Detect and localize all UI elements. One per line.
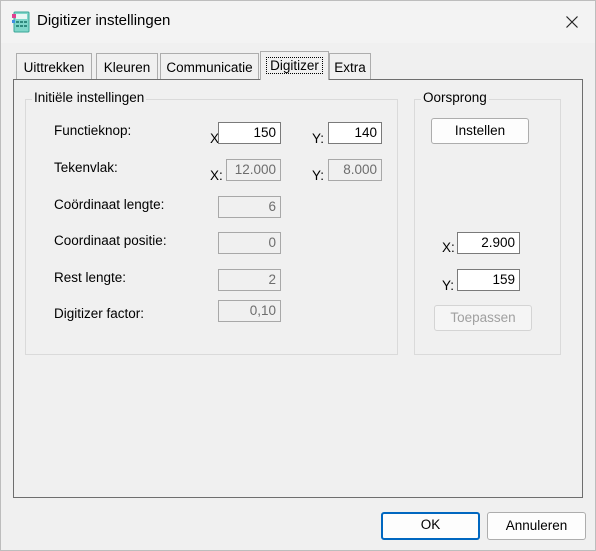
coord-positie-field: 0 <box>218 232 281 254</box>
functieknop-y-label: Y: <box>312 131 325 146</box>
tab-label: Digitizer <box>266 57 323 74</box>
tekenvlak-y-field: 8.000 <box>328 159 382 181</box>
tab-uittrekken[interactable]: Uittrekken <box>16 53 92 79</box>
tab-extra[interactable]: Extra <box>329 53 371 79</box>
origin-y-input[interactable]: 159 <box>457 269 520 291</box>
ok-button[interactable]: OK <box>381 512 480 540</box>
close-icon <box>566 16 578 28</box>
rest-lengte-field: 2 <box>218 269 281 291</box>
tekenvlak-x-field: 12.000 <box>226 159 281 181</box>
coord-positie-label: Coordinaat positie: <box>54 233 167 248</box>
close-button[interactable] <box>549 1 595 43</box>
window-title: Digitizer instellingen <box>37 12 171 29</box>
functieknop-label: Functieknop: <box>54 123 132 138</box>
cancel-button[interactable]: Annuleren <box>487 512 586 540</box>
coord-lengte-field: 6 <box>218 196 281 218</box>
rest-lengte-label: Rest lengte: <box>54 270 127 285</box>
set-origin-button[interactable]: Instellen <box>431 118 529 144</box>
tab-panel-digitizer: Initiële instellingen Functieknop: X 150… <box>13 79 583 498</box>
apply-button[interactable]: Toepassen <box>434 305 532 331</box>
dialog-window: Digitizer instellingen Uittrekken Kleure… <box>0 0 596 551</box>
origin-x-input[interactable]: 2.900 <box>457 232 520 254</box>
tab-kleuren[interactable]: Kleuren <box>96 53 158 79</box>
tab-label: Communicatie <box>166 60 253 75</box>
group-title: Oorsprong <box>421 90 489 105</box>
tab-digitizer[interactable]: Digitizer <box>260 51 329 80</box>
tab-communicatie[interactable]: Communicatie <box>160 53 259 79</box>
group-title: Initiële instellingen <box>32 90 147 105</box>
tekenvlak-label: Tekenvlak: <box>54 160 118 175</box>
functieknop-x-input[interactable]: 150 <box>218 122 281 144</box>
initial-settings-group: Initiële instellingen Functieknop: X 150… <box>25 90 398 355</box>
functieknop-y-input[interactable]: 140 <box>328 122 382 144</box>
tab-label: Kleuren <box>103 60 151 75</box>
tab-label: Uittrekken <box>23 60 85 75</box>
title-bar: Digitizer instellingen <box>1 1 595 43</box>
origin-y-label: Y: <box>442 278 455 293</box>
calculator-icon <box>12 11 30 33</box>
tab-label: Extra <box>334 60 366 75</box>
digitizer-factor-label: Digitizer factor: <box>54 306 145 321</box>
origin-x-label: X: <box>442 240 455 255</box>
coord-lengte-label: Coördinaat lengte: <box>54 197 165 212</box>
digitizer-factor-field: 0,10 <box>218 300 281 322</box>
origin-group: Oorsprong Instellen X: 2.900 Y: 159 Toep… <box>414 90 561 355</box>
tekenvlak-y-label: Y: <box>312 168 325 183</box>
tekenvlak-x-label: X: <box>210 168 223 183</box>
